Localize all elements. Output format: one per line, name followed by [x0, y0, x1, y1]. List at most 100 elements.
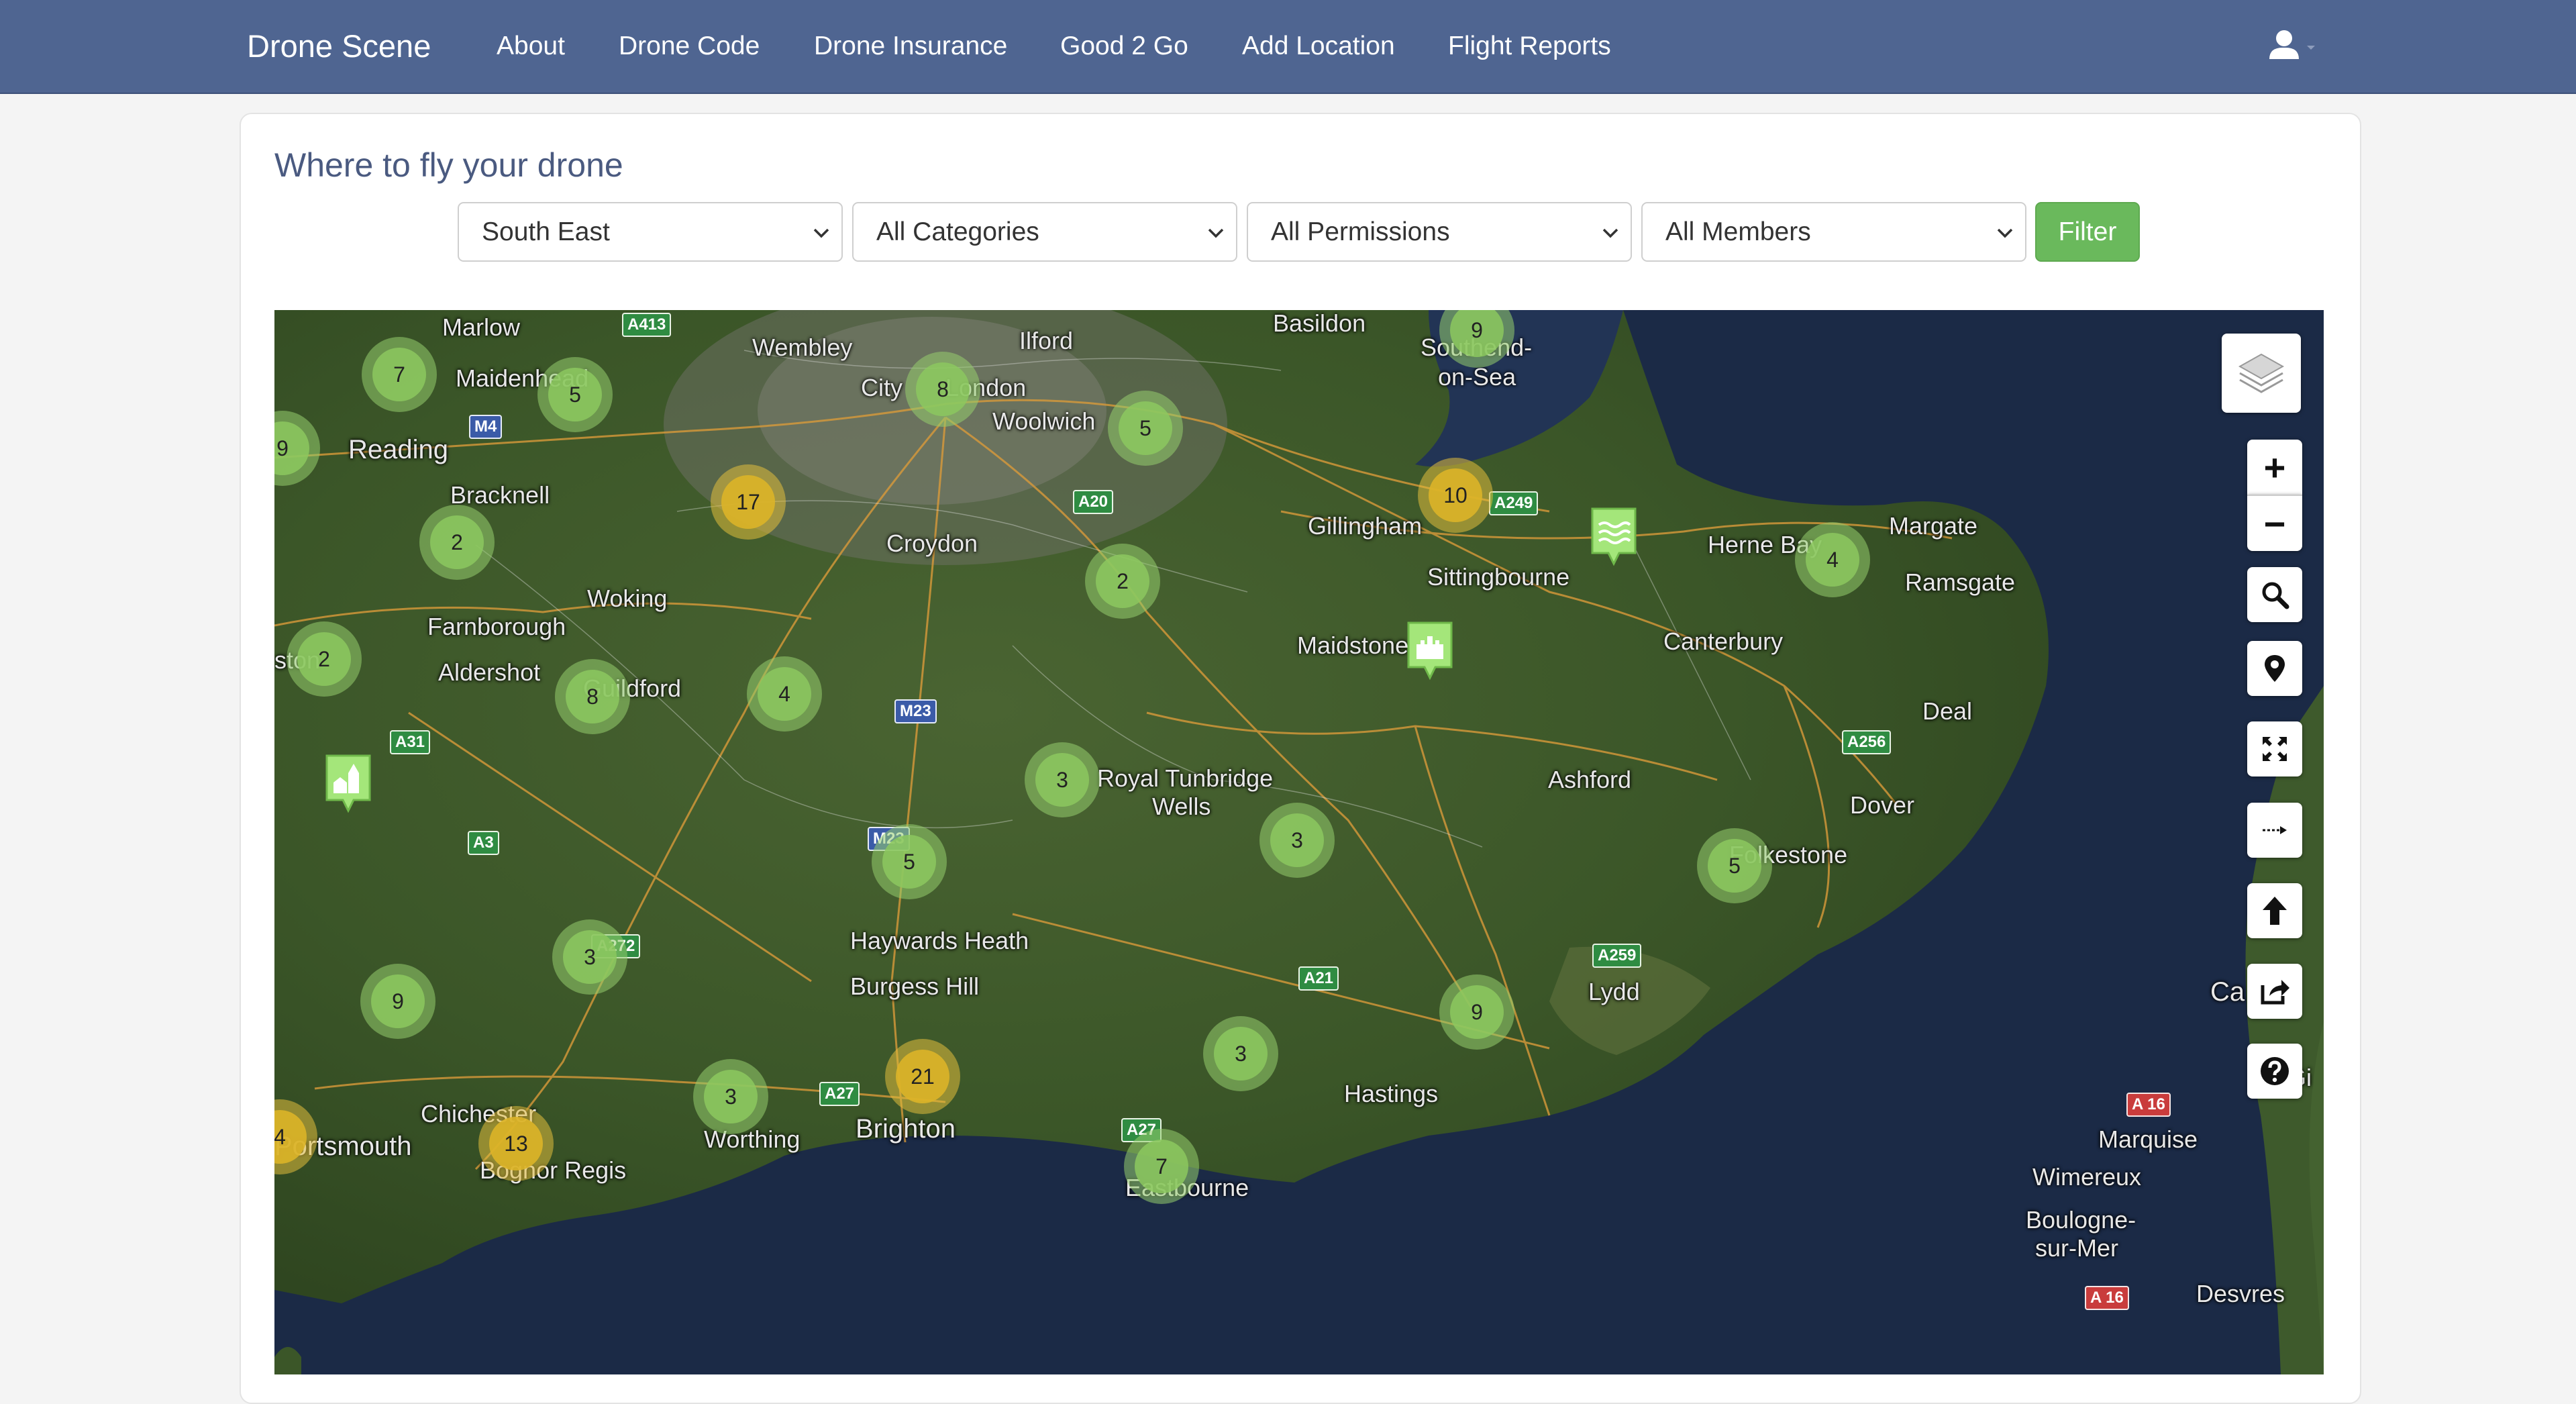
nav-about[interactable]: About	[497, 0, 565, 93]
upload-button[interactable]	[2247, 883, 2302, 938]
place-label: Dover	[1850, 791, 1915, 819]
user-menu[interactable]	[2268, 30, 2322, 63]
zoom-in-button[interactable]: +	[2247, 440, 2302, 495]
location-cluster[interactable]: 7	[1124, 1129, 1199, 1204]
road-shield: A259	[1592, 944, 1642, 968]
nav-add-location[interactable]: Add Location	[1242, 0, 1395, 93]
help-icon	[2261, 1057, 2289, 1085]
location-cluster[interactable]: 2	[1085, 544, 1160, 619]
location-cluster[interactable]: 5	[1697, 828, 1772, 903]
location-cluster[interactable]: 5	[537, 357, 613, 432]
place-label: Croydon	[886, 530, 978, 557]
upload-arrow-icon	[2263, 897, 2287, 925]
chevron-down-icon	[1997, 228, 2013, 238]
road-shield: A27	[819, 1082, 860, 1106]
location-cluster[interactable]: 3	[1203, 1016, 1278, 1091]
water-marker-icon[interactable]	[1590, 506, 1638, 570]
location-cluster[interactable]: 4	[747, 656, 822, 732]
brand-logo[interactable]: Drone Scene	[247, 0, 431, 93]
location-cluster[interactable]: 5	[872, 824, 947, 899]
fullscreen-icon	[2263, 737, 2287, 761]
nav-drone-code[interactable]: Drone Code	[619, 0, 760, 93]
road-shield: M23	[894, 699, 937, 723]
location-cluster[interactable]: 4	[1795, 522, 1870, 597]
place-label: Haywards Heath	[850, 927, 1029, 954]
location-cluster[interactable]: 7	[362, 337, 437, 412]
zoom-in-icon: +	[2263, 446, 2286, 489]
location-cluster[interactable]: 10	[1418, 458, 1493, 533]
place-label: Bracknell	[450, 481, 550, 509]
place-label: Maidstone	[1297, 632, 1409, 659]
place-label: Boulogne-	[2026, 1206, 2136, 1234]
location-cluster[interactable]: 9	[360, 964, 435, 1039]
place-label: Woolwich	[992, 407, 1096, 435]
caret-down-icon	[2307, 46, 2315, 50]
place-label: Ramsgate	[1905, 568, 2016, 596]
location-cluster[interactable]: 2	[287, 621, 362, 697]
location-cluster[interactable]: 17	[711, 464, 786, 540]
place-label: Brighton	[856, 1114, 956, 1144]
place-label: Reading	[348, 435, 449, 464]
layers-button[interactable]	[2222, 334, 2301, 413]
place-label: on-Sea	[1438, 363, 1516, 391]
location-cluster[interactable]: 8	[905, 352, 980, 427]
category-select[interactable]: All Categories	[852, 202, 1237, 262]
place-label: Hastings	[1344, 1080, 1439, 1107]
category-select-value: All Categories	[876, 217, 1039, 246]
share-button[interactable]	[2247, 964, 2302, 1019]
place-label: Royal Tunbridge	[1097, 764, 1274, 792]
location-cluster[interactable]: 9	[1439, 974, 1514, 1050]
place-label: Wimereux	[2032, 1163, 2142, 1191]
location-cluster[interactable]: 8	[555, 659, 630, 734]
permissions-select[interactable]: All Permissions	[1247, 202, 1632, 262]
location-cluster[interactable]: 3	[1259, 803, 1335, 878]
place-label: Marlow	[442, 313, 521, 341]
nav-good-2-go[interactable]: Good 2 Go	[1060, 0, 1188, 93]
fullscreen-button[interactable]	[2247, 721, 2302, 776]
members-select[interactable]: All Members	[1641, 202, 2026, 262]
region-select[interactable]: South East	[458, 202, 843, 262]
nav-flight-reports[interactable]: Flight Reports	[1448, 0, 1611, 93]
road-shield: A413	[622, 313, 672, 337]
road-shield: A20	[1073, 490, 1114, 514]
location-cluster[interactable]: 5	[1108, 391, 1183, 466]
search-icon	[2262, 582, 2289, 609]
map-search-button[interactable]	[2247, 567, 2302, 622]
road-shield: M4	[469, 415, 503, 439]
filter-button[interactable]: Filter	[2035, 202, 2140, 262]
place-label: Wells	[1152, 793, 1211, 820]
permissions-select-value: All Permissions	[1271, 217, 1450, 246]
page-title: Where to fly your drone	[274, 146, 623, 184]
locate-button[interactable]	[2247, 641, 2302, 696]
location-cluster[interactable]: 3	[693, 1059, 768, 1134]
chevron-down-icon	[1602, 228, 1618, 238]
location-cluster[interactable]: 3	[1025, 742, 1100, 817]
members-select-value: All Members	[1665, 217, 1811, 246]
place-label: Margate	[1889, 512, 1978, 540]
help-button[interactable]	[2247, 1044, 2302, 1099]
region-select-value: South East	[482, 217, 610, 246]
location-cluster[interactable]: 13	[478, 1106, 554, 1181]
share-icon	[2261, 980, 2289, 1005]
place-label: Burgess Hill	[850, 972, 980, 1000]
location-cluster[interactable]: 21	[885, 1039, 960, 1114]
road-shield: A249	[1489, 491, 1539, 515]
nav-drone-insurance[interactable]: Drone Insurance	[814, 0, 1007, 93]
place-label: Desvres	[2196, 1280, 2285, 1307]
road-shield: A 16	[2085, 1286, 2129, 1310]
place-label: Farnborough	[427, 613, 566, 640]
chevron-down-icon	[813, 228, 829, 238]
chevron-down-icon	[1208, 228, 1224, 238]
zoom-out-button[interactable]: −	[2247, 495, 2302, 551]
place-label: Basildon	[1273, 310, 1366, 337]
zoom-out-icon: −	[2263, 502, 2286, 545]
castle-marker-icon[interactable]	[1406, 620, 1454, 684]
place-label: Ilford	[1019, 327, 1074, 354]
church-marker-icon[interactable]	[324, 753, 372, 817]
place-label: City	[861, 374, 903, 401]
location-cluster[interactable]: 2	[419, 505, 495, 580]
location-cluster[interactable]: 3	[552, 919, 627, 995]
place-label: Lydd	[1588, 978, 1640, 1005]
map-view[interactable]: Marlow Maidenhead Wembley City London Il…	[274, 310, 2324, 1374]
measure-button[interactable]	[2247, 803, 2302, 858]
